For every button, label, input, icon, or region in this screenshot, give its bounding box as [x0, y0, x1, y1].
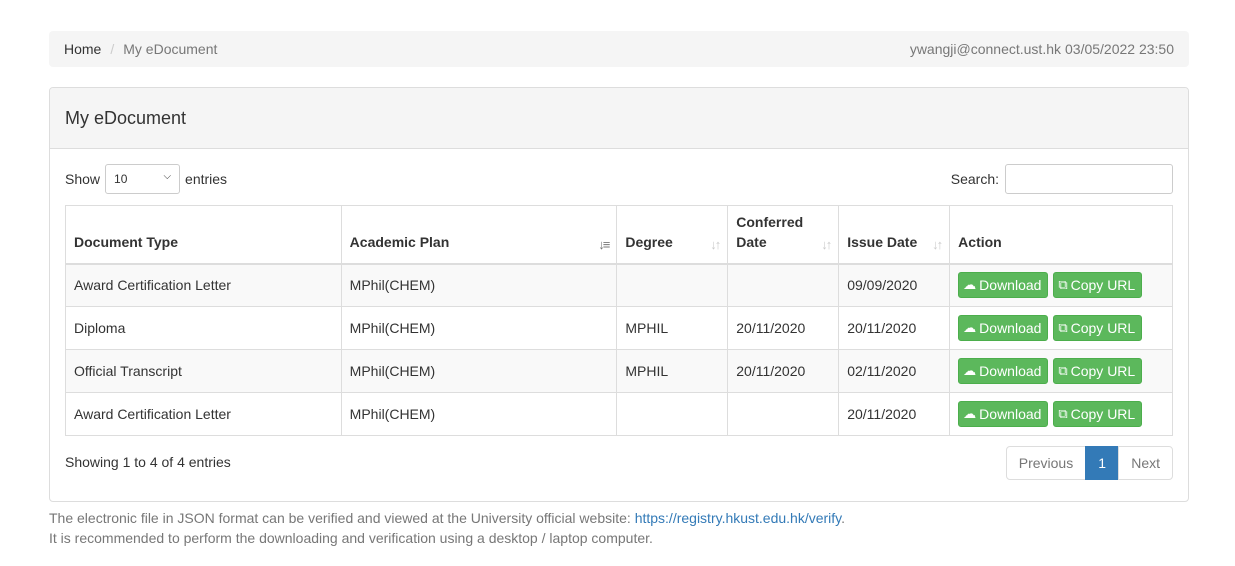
user-email: ywangji@connect.ust.hk	[909, 41, 1061, 57]
cell-academic-plan: MPhil(CHEM)	[340, 263, 618, 307]
table-row: Award Certification Letter MPhil(CHEM) 0…	[65, 263, 1173, 307]
cell-document-type: Diploma	[65, 306, 342, 350]
cell-document-type: Award Certification Letter	[65, 263, 342, 307]
breadcrumb-bar: Home / My eDocument ywangji@connect.ust.…	[49, 31, 1189, 67]
copy-url-label: Copy URL	[1070, 363, 1136, 379]
breadcrumb-current: My eDocument	[123, 41, 218, 57]
cell-issue-date: 09/09/2020	[838, 263, 951, 307]
cell-action: ☁ Download ⧉ Copy URL	[949, 349, 1173, 393]
cell-degree: MPHIL	[616, 306, 729, 350]
sort-both-icon: ↓↑	[710, 236, 721, 252]
footnote-text: The electronic file in JSON format can b…	[49, 510, 635, 526]
entries-length-control: Show 10 ⌵ entries	[65, 164, 227, 194]
footnote-line2: It is recommended to perform the downloa…	[49, 530, 653, 546]
pagination-next[interactable]: Next	[1118, 446, 1173, 480]
column-header-degree[interactable]: Degree ↓↑	[616, 205, 729, 265]
column-header-academic-plan[interactable]: Academic Plan ↓≡	[340, 205, 618, 265]
download-label: Download	[979, 277, 1042, 294]
table-row: Diploma MPhil(CHEM) MPHIL 20/11/2020 20/…	[65, 306, 1173, 350]
cell-issue-date: 20/11/2020	[838, 392, 951, 436]
download-button[interactable]: ☁ Download	[958, 272, 1049, 299]
cell-conferred-date: 20/11/2020	[727, 306, 840, 350]
footnote-period: .	[841, 510, 846, 526]
sort-descending-icon: ↓≡	[598, 236, 610, 252]
cell-conferred-date: 20/11/2020	[727, 349, 840, 393]
cell-action: ☁ Download ⧉ Copy URL	[949, 263, 1173, 307]
copy-url-button[interactable]: ⧉ Copy URL	[1053, 358, 1143, 384]
cloud-download-icon: ☁	[963, 406, 977, 421]
documents-table: Document Type Academic Plan ↓≡ Degree ↓↑ C…	[65, 205, 1173, 436]
login-datetime: 03/05/2022 23:50	[1065, 41, 1174, 57]
copy-icon: ⧉	[1058, 277, 1068, 293]
cell-conferred-date	[727, 392, 840, 436]
column-header-issue-date[interactable]: Issue Date ↓↑	[838, 205, 951, 265]
cell-degree	[616, 263, 729, 307]
copy-url-label: Copy URL	[1070, 277, 1136, 294]
copy-icon: ⧉	[1058, 363, 1068, 378]
edocument-panel: My eDocument Show 10 ⌵ entries Search: D…	[49, 87, 1189, 502]
conferred-header-line2: Date	[736, 233, 767, 250]
search-control: Search:	[951, 164, 1173, 194]
download-label: Download	[979, 406, 1042, 422]
copy-icon: ⧉	[1058, 320, 1068, 335]
user-info: ywangji@connect.ust.hk 03/05/2022 23:50	[910, 41, 1174, 57]
table-info: Showing 1 to 4 of 4 entries	[65, 454, 231, 470]
cell-degree: MPHIL	[616, 349, 729, 393]
cell-action: ☁ Download ⧉ Copy URL	[949, 306, 1173, 350]
pagination: Previous 1 Next	[1005, 446, 1173, 480]
copy-url-button[interactable]: ⧉ Copy URL	[1053, 272, 1143, 299]
breadcrumb-home-link[interactable]: Home	[64, 41, 101, 57]
cloud-download-icon: ☁	[963, 277, 977, 293]
column-header-conferred-date[interactable]: Conferred Date ↓↑	[727, 205, 840, 265]
cell-document-type: Award Certification Letter	[65, 392, 342, 436]
search-label: Search:	[950, 171, 999, 187]
pagination-page-current[interactable]: 1	[1085, 446, 1120, 480]
cell-degree	[616, 392, 729, 436]
sort-both-icon: ↓↑	[821, 236, 832, 252]
cloud-download-icon: ☁	[963, 320, 977, 335]
cell-issue-date: 02/11/2020	[838, 349, 951, 393]
download-button[interactable]: ☁ Download	[958, 358, 1049, 384]
column-header-action: Action	[949, 205, 1173, 265]
sort-both-icon: ↓↑	[932, 236, 943, 252]
table-row: Official Transcript MPhil(CHEM) MPHIL 20…	[65, 349, 1173, 393]
cell-action: ☁ Download ⧉ Copy URL	[949, 392, 1173, 436]
download-button[interactable]: ☁ Download	[958, 315, 1049, 341]
cell-academic-plan: MPhil(CHEM)	[340, 306, 618, 350]
breadcrumb-separator: /	[110, 41, 115, 57]
verify-link[interactable]: https://registry.hkust.edu.hk/verify	[635, 510, 841, 526]
download-label: Download	[979, 320, 1042, 336]
download-label: Download	[979, 363, 1042, 379]
cell-conferred-date	[727, 263, 840, 307]
cell-academic-plan: MPhil(CHEM)	[340, 349, 618, 393]
conferred-header-line1: Conferred	[736, 213, 804, 230]
entries-label: entries	[185, 171, 228, 187]
cloud-download-icon: ☁	[963, 363, 977, 378]
cell-academic-plan: MPhil(CHEM)	[340, 392, 618, 436]
download-button[interactable]: ☁ Download	[958, 401, 1049, 427]
table-controls: Show 10 ⌵ entries Search:	[65, 164, 1173, 194]
copy-url-label: Copy URL	[1070, 320, 1136, 336]
show-label: Show	[65, 171, 101, 187]
search-input[interactable]	[1005, 164, 1173, 194]
copy-url-label: Copy URL	[1070, 406, 1136, 422]
table-header-row: Document Type Academic Plan ↓≡ Degree ↓↑ C…	[65, 205, 1173, 265]
cell-document-type: Official Transcript	[65, 349, 342, 393]
footnote: The electronic file in JSON format can b…	[49, 508, 845, 548]
footnote-line1: The electronic file in JSON format can b…	[49, 508, 845, 528]
breadcrumb: Home / My eDocument	[64, 41, 217, 57]
copy-url-button[interactable]: ⧉ Copy URL	[1053, 401, 1143, 427]
pagination-previous[interactable]: Previous	[1005, 446, 1087, 480]
table-row: Award Certification Letter MPhil(CHEM) 2…	[65, 392, 1173, 436]
panel-title: My eDocument	[50, 88, 1188, 149]
cell-issue-date: 20/11/2020	[838, 306, 951, 350]
column-header-document-type[interactable]: Document Type	[65, 205, 342, 265]
copy-url-button[interactable]: ⧉ Copy URL	[1053, 315, 1143, 341]
copy-icon: ⧉	[1058, 406, 1068, 421]
entries-per-page-select[interactable]: 10	[105, 164, 181, 194]
